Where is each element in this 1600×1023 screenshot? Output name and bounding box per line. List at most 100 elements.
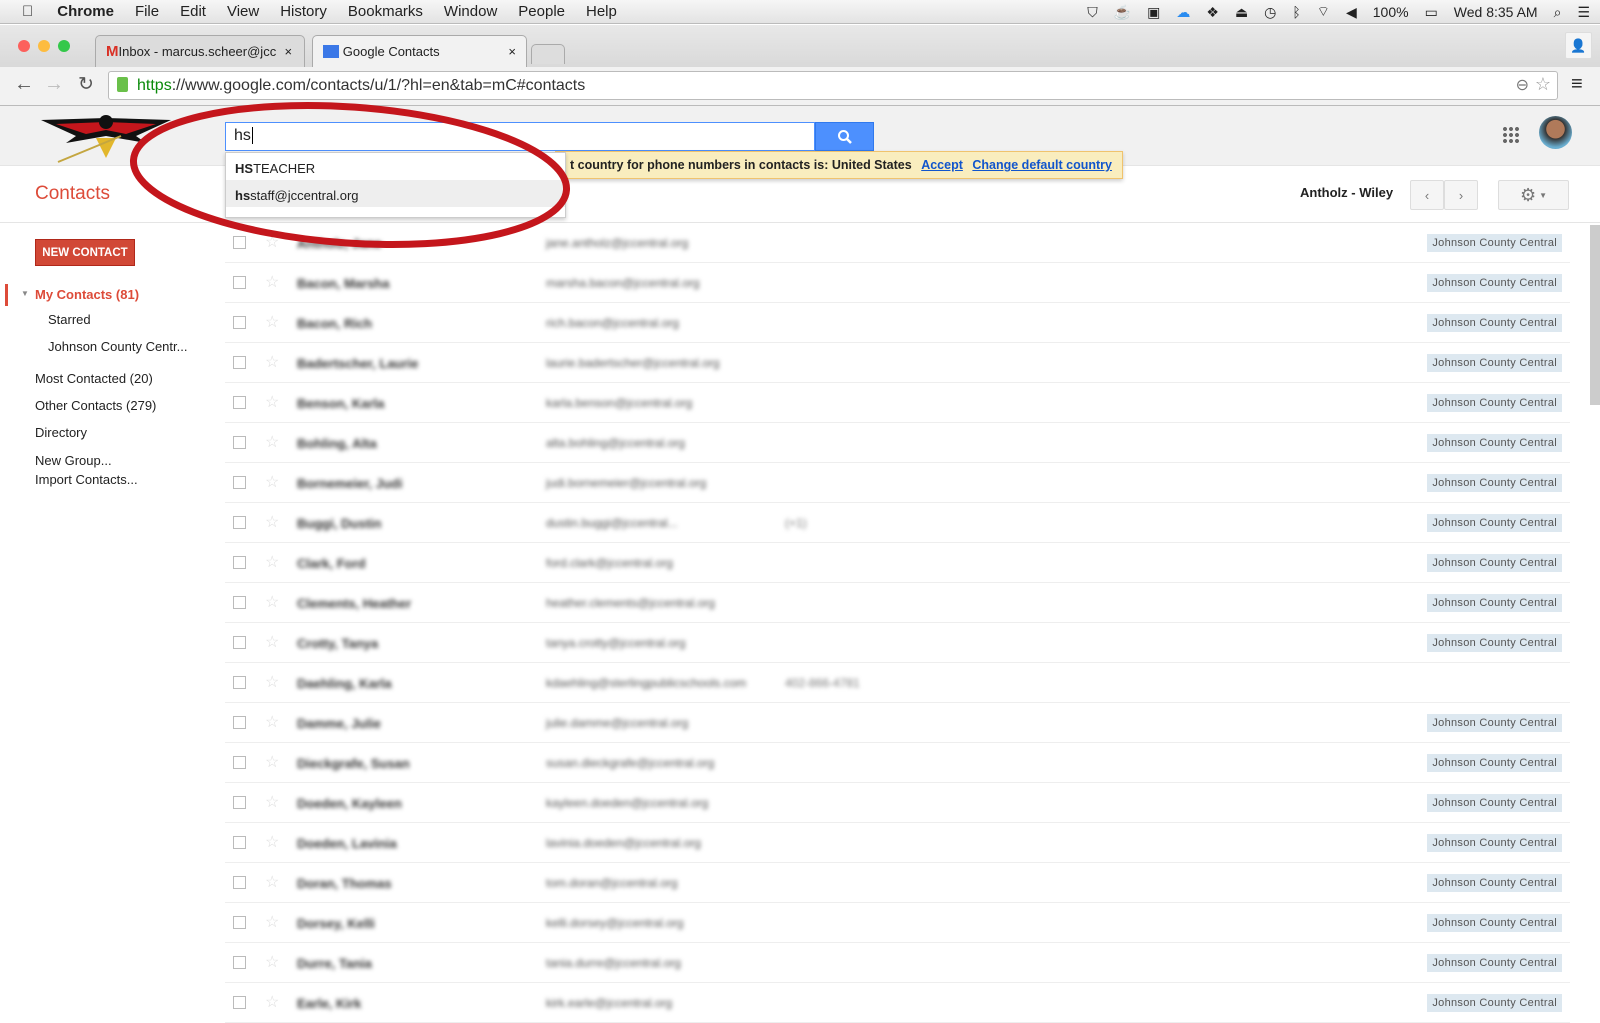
row-checkbox[interactable] (233, 316, 246, 329)
suggestion-item[interactable]: hsstaff@jccentral.org (226, 180, 565, 207)
contact-name[interactable]: Damme, Julie (297, 716, 381, 731)
contact-row[interactable]: ☆ Durre, Tania tania.durre@jccentral.org Jo… (225, 943, 1570, 983)
row-checkbox[interactable] (233, 436, 246, 449)
screenshot-icon[interactable]: ▣ (1147, 4, 1160, 21)
scrollbar[interactable] (1590, 225, 1600, 405)
chrome-menu-icon[interactable]: ≡ (1571, 73, 1583, 96)
volume-icon[interactable]: ◀ (1346, 4, 1357, 21)
search-button[interactable] (815, 122, 874, 151)
contact-name[interactable]: Benson, Karla (297, 396, 384, 411)
row-checkbox[interactable] (233, 596, 246, 609)
group-tag[interactable]: Johnson County Central (1427, 994, 1562, 1012)
menu-people[interactable]: People (518, 3, 565, 20)
star-icon[interactable]: ☆ (265, 752, 279, 772)
star-icon[interactable]: ☆ (265, 512, 279, 532)
group-tag[interactable]: Johnson County Central (1427, 554, 1562, 572)
sidebar-johnson-county[interactable]: Johnson County Centr... (48, 339, 187, 354)
contact-row[interactable]: ☆ Badertscher, Laurie laurie.badertscher@j… (225, 343, 1570, 383)
star-icon[interactable]: ☆ (265, 832, 279, 852)
zoom-window-button[interactable] (58, 40, 70, 52)
contact-row[interactable]: ☆ Daehling, Karla kdaehling@sterlingpublic… (225, 663, 1570, 703)
contact-row[interactable]: ☆ Doeden, Lavinia lavinia.doeden@jccentral… (225, 823, 1570, 863)
contact-name[interactable]: Durre, Tania (297, 956, 372, 971)
contact-row[interactable]: ☆ Crotty, Tanya tanya.crotty@jccentral.org… (225, 623, 1570, 663)
row-checkbox[interactable] (233, 516, 246, 529)
group-tag[interactable]: Johnson County Central (1427, 794, 1562, 812)
contact-row[interactable]: ☆ Damme, Julie julie.damme@jccentral.org Jo… (225, 703, 1570, 743)
minimize-window-button[interactable] (38, 40, 50, 52)
change-country-link[interactable]: Change default country (972, 158, 1112, 172)
row-checkbox[interactable] (233, 796, 246, 809)
contact-name[interactable]: Crotty, Tanya (297, 636, 378, 651)
contact-name[interactable]: Dorsey, Kelli (297, 916, 375, 931)
accept-link[interactable]: Accept (921, 158, 963, 172)
star-icon[interactable]: ☆ (265, 552, 279, 572)
star-icon[interactable]: ☆ (265, 232, 279, 252)
caffeine-icon[interactable]: ☕ (1114, 4, 1131, 21)
contact-name[interactable]: Doran, Thomas (297, 876, 392, 891)
row-checkbox[interactable] (233, 756, 246, 769)
spotlight-icon[interactable]: ⌕ (1554, 4, 1562, 21)
next-page-button[interactable]: › (1444, 180, 1478, 210)
star-icon[interactable]: ☆ (265, 872, 279, 892)
contact-row[interactable]: ☆ Clark, Ford ford.clark@jccentral.org John… (225, 543, 1570, 583)
import-contacts-link[interactable]: Import Contacts... (35, 472, 138, 487)
row-checkbox[interactable] (233, 396, 246, 409)
menu-edit[interactable]: Edit (180, 3, 206, 20)
group-tag[interactable]: Johnson County Central (1427, 274, 1562, 292)
contact-name[interactable]: Earle, Kirk (297, 996, 361, 1011)
contact-name[interactable]: Bornemeier, Judi (297, 476, 402, 491)
icloud-icon[interactable]: ☁ (1176, 4, 1190, 21)
tab-google-contacts[interactable]: Google Contacts × (312, 35, 527, 67)
suggestion-item[interactable]: HSTEACHER (226, 153, 565, 180)
group-tag[interactable]: Johnson County Central (1427, 874, 1562, 892)
contact-name[interactable]: Daehling, Karla (297, 676, 392, 691)
contact-row[interactable]: ☆ Benson, Karla karla.benson@jccentral.org… (225, 383, 1570, 423)
settings-button[interactable]: ⚙ ▼ (1498, 180, 1569, 210)
star-icon[interactable]: ☆ (265, 392, 279, 412)
menu-bookmarks[interactable]: Bookmarks (348, 3, 423, 20)
menu-help[interactable]: Help (586, 3, 617, 20)
star-icon[interactable]: ☆ (265, 592, 279, 612)
row-checkbox[interactable] (233, 916, 246, 929)
airplay-icon[interactable]: ⏏ (1235, 4, 1248, 21)
clock[interactable]: Wed 8:35 AM (1454, 4, 1538, 20)
contact-name[interactable]: Clements, Heather (297, 596, 411, 611)
close-tab-icon[interactable]: × (508, 44, 516, 59)
contact-row[interactable]: ☆ Buggi, Dustin dustin.buggi@jccentral... (… (225, 503, 1570, 543)
contact-name[interactable]: Doeden, Kayleen (297, 796, 402, 811)
group-tag[interactable]: Johnson County Central (1427, 834, 1562, 852)
contact-row[interactable]: ☆ Bacon, Marsha marsha.bacon@jccentral.org… (225, 263, 1570, 303)
sidebar-most-contacted[interactable]: Most Contacted (20) (35, 371, 153, 386)
group-tag[interactable]: Johnson County Central (1427, 594, 1562, 612)
contact-row[interactable]: ☆ Dorsey, Kelli kelli.dorsey@jccentral.org… (225, 903, 1570, 943)
battery-icon[interactable]: ▭ (1425, 4, 1438, 21)
menu-file[interactable]: File (135, 3, 159, 20)
group-tag[interactable]: Johnson County Central (1427, 634, 1562, 652)
group-tag[interactable]: Johnson County Central (1427, 914, 1562, 932)
row-checkbox[interactable] (233, 556, 246, 569)
bluetooth-icon[interactable]: ᛒ (1292, 4, 1300, 20)
html5-icon[interactable]: ⛉ (1087, 4, 1098, 21)
star-icon[interactable]: ☆ (265, 632, 279, 652)
menu-history[interactable]: History (280, 3, 327, 20)
contact-row[interactable]: ☆ Antholz, Jane jane.antholz@jccentral.org… (225, 223, 1570, 263)
contact-name[interactable]: Bohling, Alta (297, 436, 377, 451)
group-tag[interactable]: Johnson County Central (1427, 714, 1562, 732)
expand-triangle-icon[interactable]: ▼ (21, 289, 29, 298)
sidebar-my-contacts[interactable]: My Contacts (81) (35, 287, 139, 302)
address-bar[interactable]: https://www.google.com/contacts/u/1/?hl=… (108, 71, 1558, 100)
new-contact-button[interactable]: NEW CONTACT (35, 239, 135, 266)
group-tag[interactable]: Johnson County Central (1427, 434, 1562, 452)
dropbox-icon[interactable]: ❖ (1206, 4, 1219, 21)
sidebar-directory[interactable]: Directory (35, 425, 87, 440)
row-checkbox[interactable] (233, 636, 246, 649)
page-title[interactable]: Contacts (35, 183, 110, 205)
contact-row[interactable]: ☆ Bacon, Rich rich.bacon@jccentral.org John… (225, 303, 1570, 343)
reload-icon[interactable]: ↻ (78, 73, 94, 96)
star-icon[interactable]: ☆ (265, 312, 279, 332)
row-checkbox[interactable] (233, 836, 246, 849)
menu-view[interactable]: View (227, 3, 259, 20)
contact-row[interactable]: ☆ Doran, Thomas tom.doran@jccentral.org Joh… (225, 863, 1570, 903)
close-window-button[interactable] (18, 40, 30, 52)
